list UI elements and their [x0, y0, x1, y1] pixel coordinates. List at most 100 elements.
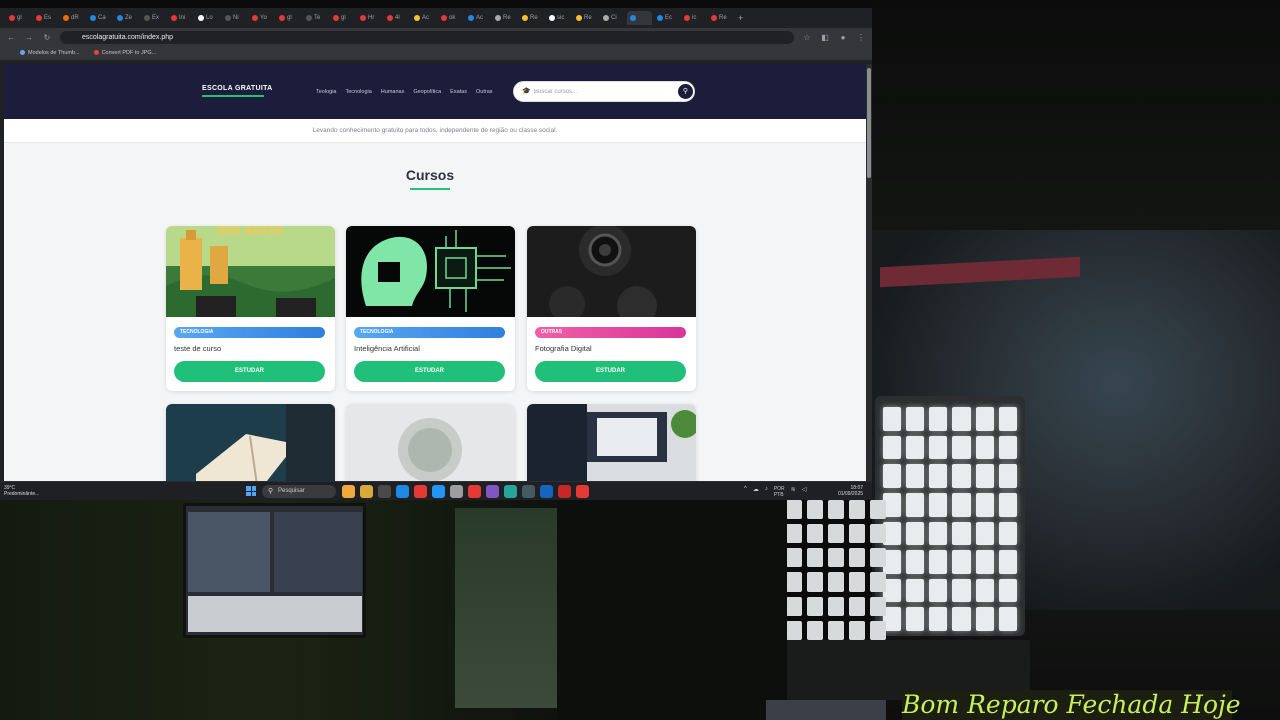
forward-icon[interactable]: →	[24, 33, 34, 42]
browser-tab[interactable]: Ca	[87, 11, 112, 25]
browser-tab[interactable]: Lo	[195, 11, 220, 25]
bookmark-item[interactable]: Modelos de Thumb...	[20, 50, 80, 56]
menu-item-exatas[interactable]: Exatas	[450, 89, 467, 95]
taskbar-app-icon[interactable]	[360, 485, 373, 498]
browser-tab[interactable]: Ac	[465, 11, 490, 25]
browser-tab[interactable]: ic	[681, 11, 706, 25]
reload-icon[interactable]: ↻	[42, 33, 52, 42]
led-key	[849, 572, 865, 592]
search-button[interactable]: ⚲	[678, 84, 693, 99]
cloud-icon[interactable]: ☁	[753, 486, 759, 498]
taskbar-app-icon[interactable]	[486, 485, 499, 498]
tab-label: Ci	[611, 15, 617, 21]
scrollbar-thumb[interactable]	[867, 68, 871, 178]
browser-tab[interactable]: Hr	[357, 11, 382, 25]
study-button[interactable]: ESTUDAR	[354, 361, 505, 382]
menu-item-outras[interactable]: Outras	[476, 89, 493, 95]
site-logo[interactable]: ESCOLA GRATUITA	[202, 85, 272, 92]
taskbar-app-icon[interactable]	[504, 485, 517, 498]
led-key	[998, 492, 1017, 517]
browser-tab[interactable]: gl	[330, 11, 355, 25]
favicon-icon	[333, 15, 339, 21]
course-card: 300 ANOS TECNOLOGIA teste de curso ESTUD…	[166, 226, 335, 391]
chevron-up-icon[interactable]: ^	[744, 486, 747, 498]
browser-tab[interactable]: ok	[438, 11, 463, 25]
browser-tab[interactable]	[627, 11, 652, 25]
browser-tab[interactable]: 4l	[384, 11, 409, 25]
monitor-panel	[188, 512, 270, 592]
browser-tab[interactable]: Ac	[411, 11, 436, 25]
taskbar-app-icon[interactable]	[522, 485, 535, 498]
browser-tab[interactable]: Ze	[114, 11, 139, 25]
back-icon[interactable]: ←	[6, 33, 16, 42]
taskbar-app-icon[interactable]	[468, 485, 481, 498]
language-indicator[interactable]: POR PTB	[774, 486, 785, 498]
browser-tab[interactable]: gl	[6, 11, 31, 25]
extensions-icon[interactable]: ◧	[820, 33, 830, 42]
taskbar-app-icon[interactable]	[576, 485, 589, 498]
taskbar-app-icon[interactable]	[378, 485, 391, 498]
category-badge: TECNOLOGIA	[174, 327, 325, 338]
search-input[interactable]	[534, 86, 674, 98]
taskbar-app-icon[interactable]	[432, 485, 445, 498]
led-key	[786, 548, 802, 568]
tab-label: dR	[71, 15, 79, 21]
favicon-icon	[522, 15, 528, 21]
mic-icon[interactable]: ♪	[765, 486, 768, 498]
favicon-icon	[63, 15, 69, 21]
start-button[interactable]	[246, 486, 256, 496]
tab-label: sic	[557, 15, 565, 21]
menu-item-teologia[interactable]: Teologia	[316, 89, 337, 95]
menu-icon[interactable]: ⋮	[856, 33, 866, 42]
browser-tab[interactable]: sic	[546, 11, 571, 25]
browser-tab[interactable]: Re	[708, 11, 733, 25]
favicon-icon	[441, 15, 447, 21]
study-button[interactable]: ESTUDAR	[174, 361, 325, 382]
led-key	[906, 521, 925, 546]
tab-label: Ec	[665, 15, 673, 21]
browser-tab[interactable]: dR	[60, 11, 85, 25]
browser-tab[interactable]: Ci	[600, 11, 625, 25]
browser-tab[interactable]: gl	[276, 11, 301, 25]
bookmark-item[interactable]: Convert PDF to JPG...	[94, 50, 157, 56]
taskbar-app-icon[interactable]	[540, 485, 553, 498]
study-button[interactable]: ESTUDAR	[535, 361, 686, 382]
taskbar-app-icon[interactable]	[342, 485, 355, 498]
browser-tab[interactable]: Ex	[141, 11, 166, 25]
clock[interactable]: 18:07 01/09/2025	[838, 485, 863, 497]
favicon-icon	[279, 15, 285, 21]
led-key	[883, 464, 902, 488]
taskbar-app-icon[interactable]	[396, 485, 409, 498]
wifi-icon[interactable]: ≋	[791, 486, 796, 498]
new-tab-button[interactable]: +	[735, 11, 760, 25]
browser-tab[interactable]: Re	[519, 11, 544, 25]
browser-tab[interactable]: Es	[33, 11, 58, 25]
url-field[interactable]: escolagratuita.com/index.php	[60, 30, 794, 44]
taskbar-app-icon[interactable]	[450, 485, 463, 498]
taskbar-app-icon[interactable]	[414, 485, 427, 498]
profile-icon[interactable]: ●	[838, 33, 848, 42]
menu-item-geopolitica[interactable]: Geopolítica	[413, 89, 441, 95]
favicon-icon	[117, 15, 123, 21]
browser-tab[interactable]: Ini	[168, 11, 193, 25]
menu-item-humanas[interactable]: Humanas	[381, 89, 405, 95]
tab-label: Re	[719, 15, 727, 21]
speaker-icon[interactable]: ◁	[802, 486, 807, 498]
browser-tab[interactable]: Ni	[222, 11, 247, 25]
menu-item-tecnologia[interactable]: Tecnologia	[346, 89, 372, 95]
taskbar-app-icon[interactable]	[558, 485, 571, 498]
category-badge: TECNOLOGIA	[354, 327, 505, 338]
led-key	[975, 435, 994, 460]
led-key	[929, 550, 948, 574]
weather-widget[interactable]: 39°C Predominânte...	[4, 485, 39, 497]
led-key	[906, 578, 925, 603]
led-key	[828, 620, 844, 640]
browser-tab[interactable]: Yo	[249, 11, 274, 25]
browser-tab[interactable]: Te	[303, 11, 328, 25]
browser-tab[interactable]: Re	[492, 11, 517, 25]
favicon-icon	[657, 15, 663, 21]
bookmark-star-icon[interactable]: ☆	[802, 33, 812, 42]
browser-tab[interactable]: Ec	[654, 11, 679, 25]
favicon-icon	[198, 15, 204, 21]
browser-tab[interactable]: Re	[573, 11, 598, 25]
